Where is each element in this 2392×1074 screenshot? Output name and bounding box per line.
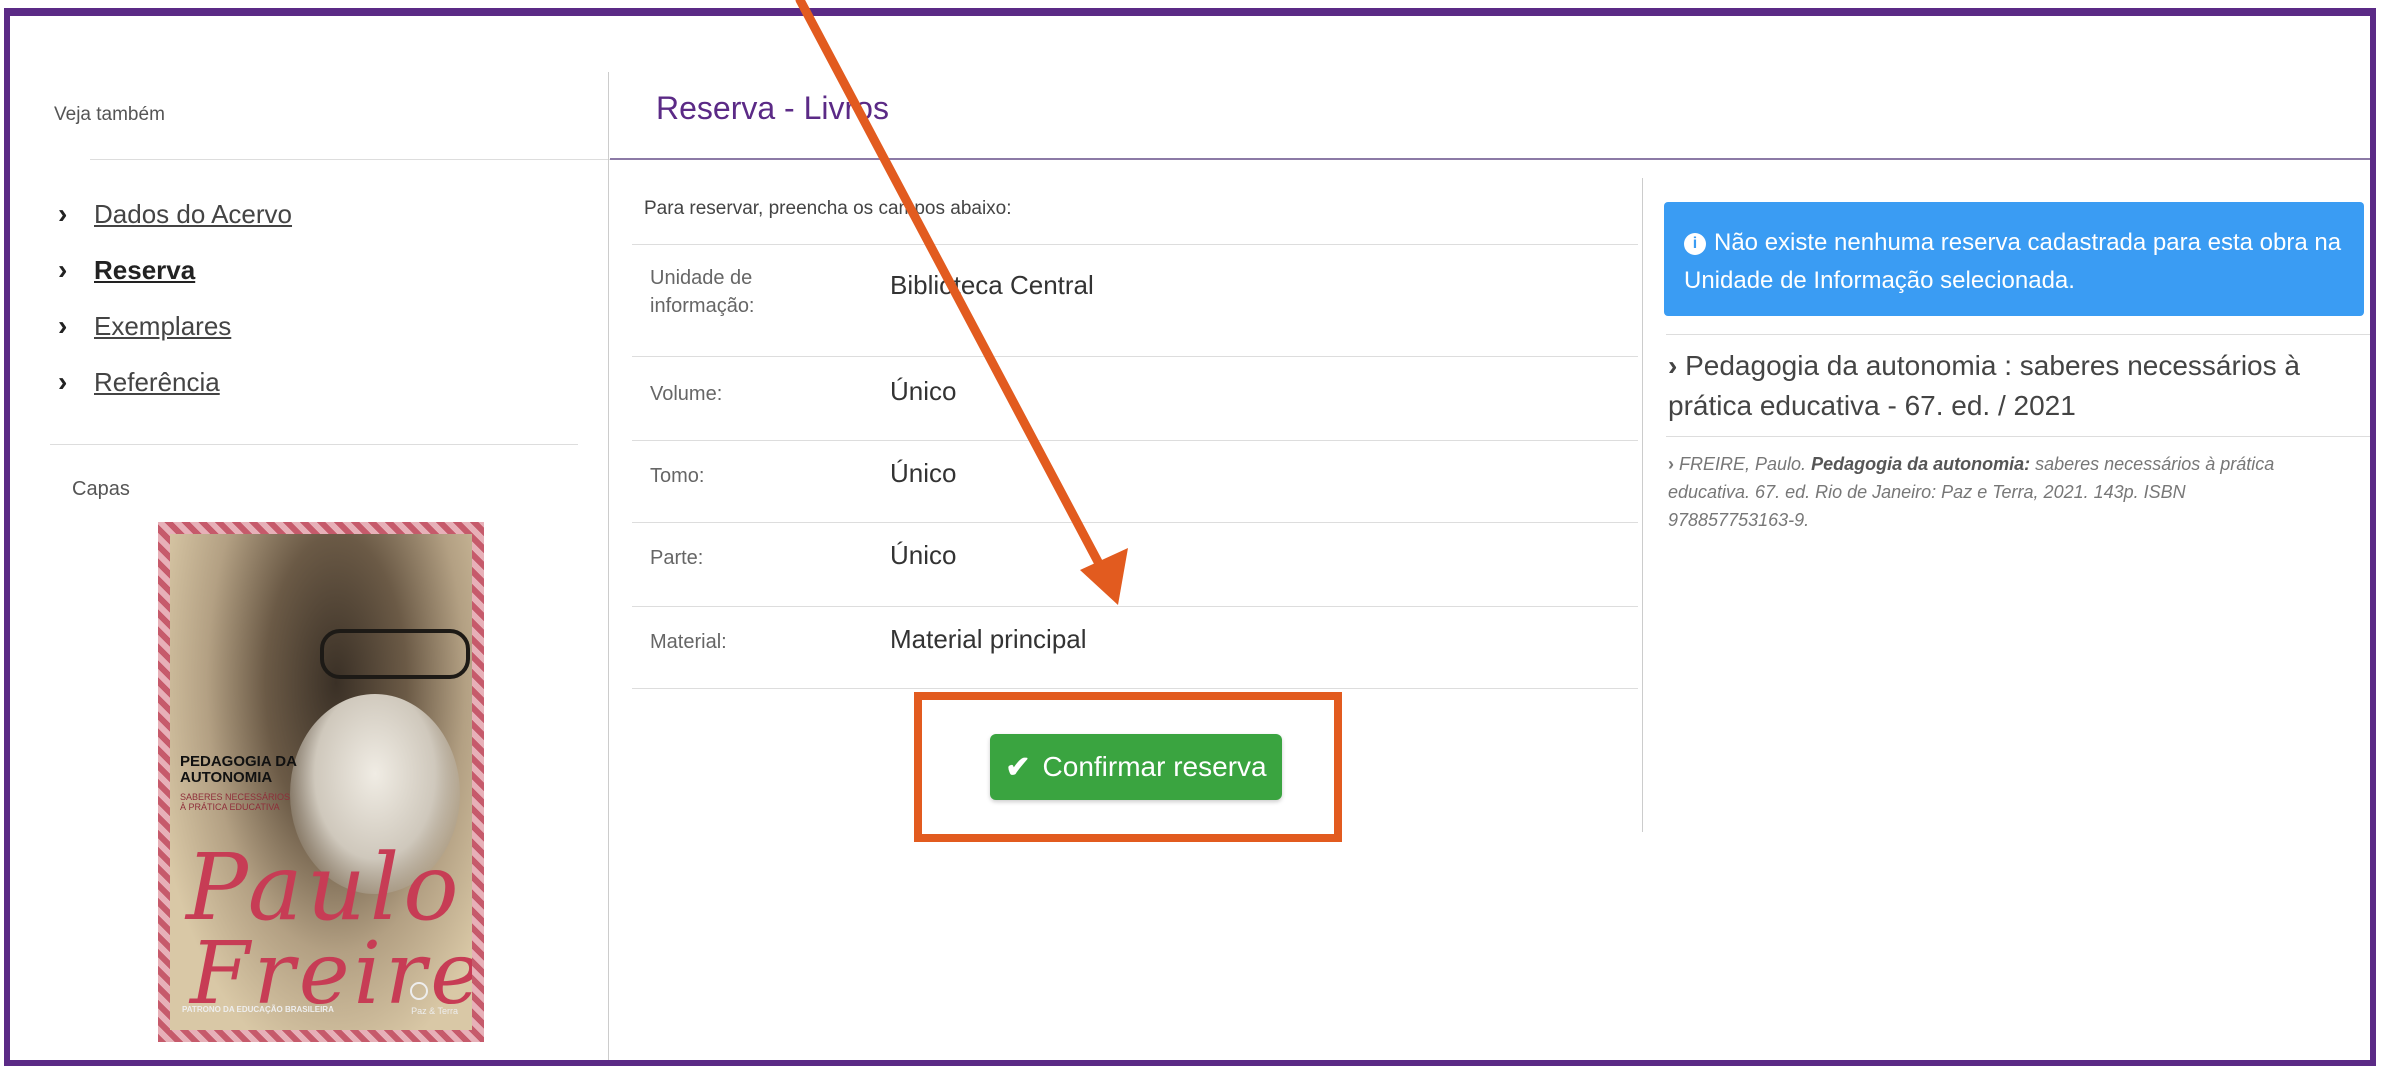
sidebar-nav: › Dados do Acervo › Reserva › Exemplares… xyxy=(58,186,292,410)
field-value-tomo: Único xyxy=(890,458,957,488)
sidebar-item-referencia[interactable]: › Referência xyxy=(58,354,292,410)
sidebar-link-exemplares[interactable]: Exemplares xyxy=(94,311,231,342)
cover-subtitle-line2: À PRÁTICA EDUCATIVA xyxy=(180,802,280,812)
form-instructions: Para reservar, preencha os campos abaixo… xyxy=(644,198,1012,219)
field-value-parte: Único xyxy=(890,540,957,570)
page-title: Reserva - Livros xyxy=(656,90,889,126)
field-label-unidade-line2: informação: xyxy=(650,295,755,317)
annotation-highlight-box xyxy=(914,692,1342,842)
book-title: › Pedagogia da autonomia : saberes neces… xyxy=(1668,346,2368,426)
cover-title: PEDAGOGIA DA AUTONOMIA xyxy=(180,754,297,786)
cover-subtitle-line1: SABERES NECESSÁRIOS xyxy=(180,792,291,802)
column-divider xyxy=(608,72,609,1060)
sidebar-link-dados-do-acervo[interactable]: Dados do Acervo xyxy=(94,199,292,230)
field-value-material: Material principal xyxy=(890,624,1087,654)
cover-title-line1: PEDAGOGIA DA xyxy=(180,753,297,770)
info-icon: i xyxy=(1684,233,1706,255)
title-divider xyxy=(610,158,2370,160)
cover-photo: PEDAGOGIA DA AUTONOMIA SABERES NECESSÁRI… xyxy=(170,534,472,1030)
sidebar-item-dados-do-acervo[interactable]: › Dados do Acervo xyxy=(58,186,292,242)
chevron-right-icon: › xyxy=(1668,350,1678,381)
cover-subtitle: SABERES NECESSÁRIOS À PRÁTICA EDUCATIVA xyxy=(180,792,290,812)
reference-prefix: FREIRE, Paulo. xyxy=(1679,454,1807,474)
field-label-material: Material: xyxy=(650,631,727,653)
book-cover-image: PEDAGOGIA DA AUTONOMIA SABERES NECESSÁRI… xyxy=(158,522,484,1042)
divider xyxy=(632,244,1638,245)
sidebar-link-referencia[interactable]: Referência xyxy=(94,367,220,398)
publisher-logo-icon xyxy=(410,982,428,1000)
divider xyxy=(1666,334,2370,335)
divider xyxy=(632,688,1638,689)
page-frame: Veja também › Dados do Acervo › Reserva … xyxy=(4,8,2376,1066)
book-title-text: Pedagogia da autonomia : saberes necessá… xyxy=(1668,350,2300,421)
cover-glasses xyxy=(320,629,470,679)
bibliographic-reference: › FREIRE, Paulo. Pedagogia da autonomia:… xyxy=(1668,450,2288,534)
field-value-unidade: Biblioteca Central xyxy=(890,270,1094,300)
veja-tambem-heading: Veja também xyxy=(54,104,165,125)
chevron-right-icon: › xyxy=(1668,454,1674,474)
cover-footer: PATRONO DA EDUCAÇÃO BRASILEIRA xyxy=(182,1005,334,1014)
chevron-right-icon: › xyxy=(58,366,68,397)
reference-title: Pedagogia da autonomia: xyxy=(1811,454,2031,474)
divider xyxy=(632,440,1638,441)
field-label-tomo: Tomo: xyxy=(650,465,705,487)
divider xyxy=(632,522,1638,523)
chevron-right-icon: › xyxy=(58,310,68,341)
cover-title-line2: AUTONOMIA xyxy=(180,769,273,786)
column-divider xyxy=(1642,178,1643,832)
cover-publisher: Paz & Terra xyxy=(411,1006,458,1016)
info-alert-text: Não existe nenhuma reserva cadastrada pa… xyxy=(1684,229,2342,294)
field-label-unidade: Unidade de informação: xyxy=(650,264,755,320)
divider xyxy=(632,606,1638,607)
chevron-right-icon: › xyxy=(58,254,68,285)
sidebar-item-reserva[interactable]: › Reserva xyxy=(58,242,292,298)
field-label-unidade-line1: Unidade de xyxy=(650,267,753,289)
field-label-volume: Volume: xyxy=(650,383,723,405)
capas-heading: Capas xyxy=(72,478,130,500)
divider xyxy=(632,356,1638,357)
field-value-volume: Único xyxy=(890,376,957,406)
chevron-right-icon: › xyxy=(58,198,68,229)
field-label-parte: Parte: xyxy=(650,547,704,569)
info-alert: i Não existe nenhuma reserva cadastrada p… xyxy=(1664,202,2364,316)
sidebar-link-reserva[interactable]: Reserva xyxy=(94,255,195,286)
divider xyxy=(50,444,578,445)
sidebar: Veja também › Dados do Acervo › Reserva … xyxy=(50,16,618,1060)
sidebar-item-exemplares[interactable]: › Exemplares xyxy=(58,298,292,354)
divider xyxy=(90,159,618,160)
divider xyxy=(1666,436,2370,437)
